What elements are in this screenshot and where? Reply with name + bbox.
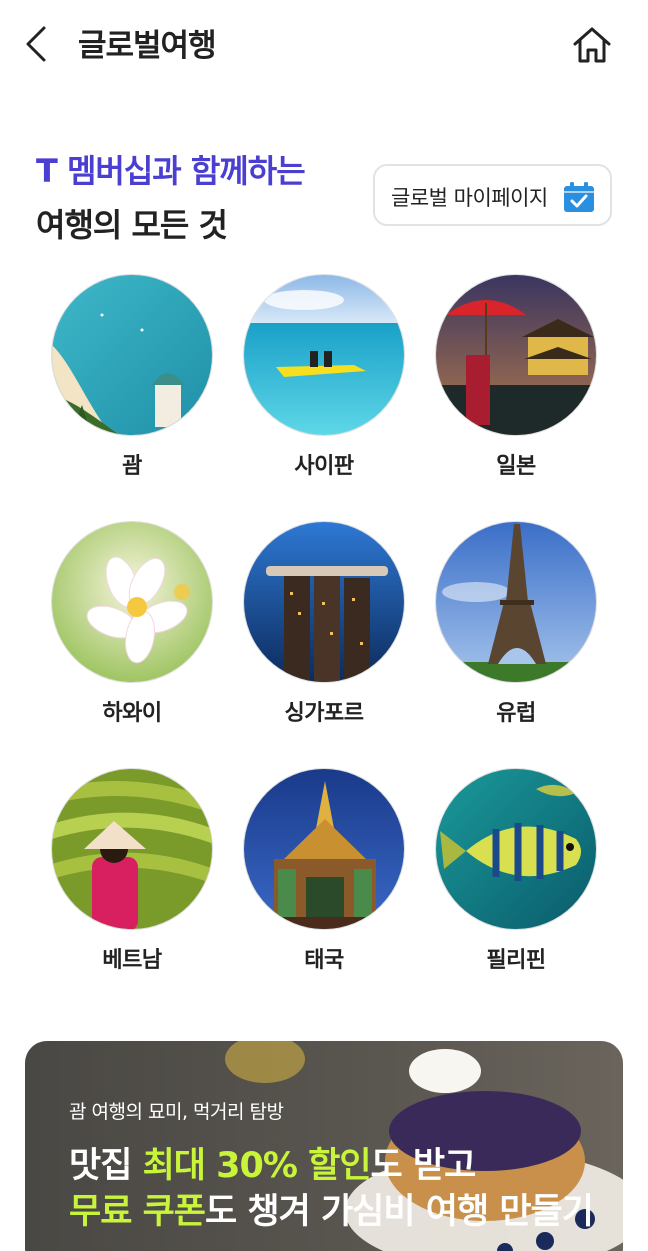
destination-guam[interactable]: 괌 [36, 274, 226, 504]
chevron-left-icon [26, 26, 46, 62]
calendar-check-icon [564, 182, 594, 212]
banner-line1-a: 맛집 [69, 1146, 143, 1186]
destination-philippines[interactable]: 필리핀 [420, 768, 610, 998]
hero-title-line1: T 멤버십과 함께하는 [36, 152, 306, 190]
banner-line1-b: 도 받고 [370, 1146, 477, 1186]
destination-name: 필리핀 [486, 948, 546, 973]
destination-thailand[interactable]: 태국 [228, 768, 418, 998]
banner-line1-highlight: 최대 30% 할인 [142, 1146, 372, 1186]
destination-name: 베트남 [102, 948, 162, 973]
home-icon [573, 27, 611, 63]
destination-europe[interactable]: 유럽 [420, 521, 610, 751]
banner-headline-line1: 맛집 최대 30% 할인도 받고 [69, 1137, 477, 1188]
destination-hawaii[interactable]: 하와이 [36, 521, 226, 751]
destination-name: 사이판 [294, 454, 354, 479]
destination-name: 태국 [304, 948, 344, 973]
destination-saipan[interactable]: 사이판 [228, 274, 418, 504]
banner-subtitle: 괌 여행의 묘미, 먹거리 탐방 [69, 1101, 284, 1123]
promo-banner[interactable]: 괌 여행의 묘미, 먹거리 탐방 맛집 최대 30% 할인도 받고 무료 쿠폰도… [25, 1041, 623, 1251]
back-button[interactable] [22, 24, 54, 64]
guam-image [51, 274, 213, 436]
saipan-image [243, 274, 405, 436]
global-mypage-button[interactable]: 글로벌 마이페이지 [373, 164, 612, 226]
global-mypage-label: 글로벌 마이페이지 [391, 186, 548, 210]
japan-image [435, 274, 597, 436]
singapore-image [243, 521, 405, 683]
header-bar: 글로벌여행 [0, 0, 648, 88]
thailand-image [243, 768, 405, 930]
home-button[interactable] [570, 24, 614, 66]
page-title: 글로벌여행 [78, 28, 217, 64]
destination-name: 유럽 [496, 701, 536, 726]
hawaii-image [51, 521, 213, 683]
banner-line2-highlight: 무료 쿠폰 [69, 1192, 206, 1232]
destination-name: 괌 [122, 454, 142, 479]
europe-image [435, 521, 597, 683]
destination-name: 하와이 [102, 701, 162, 726]
destination-name: 일본 [496, 454, 536, 479]
vietnam-image [51, 768, 213, 930]
hero-title-line2: 여행의 모든 것 [36, 206, 228, 244]
destination-japan[interactable]: 일본 [420, 274, 610, 504]
banner-headline-line2: 무료 쿠폰도 챙겨 가심비 여행 만들기 [69, 1183, 594, 1234]
philippines-image [435, 768, 597, 930]
destination-vietnam[interactable]: 베트남 [36, 768, 226, 998]
destination-name: 싱가포르 [284, 701, 364, 726]
destination-singapore[interactable]: 싱가포르 [228, 521, 418, 751]
banner-line2-b: 도 챙겨 가심비 여행 만들기 [205, 1192, 594, 1232]
